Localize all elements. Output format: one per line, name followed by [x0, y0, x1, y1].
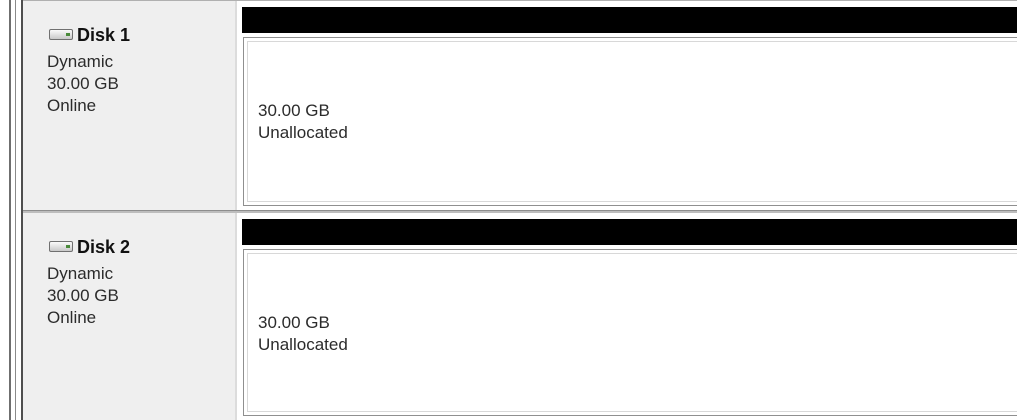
pane-edge [235, 1, 237, 210]
disk-label-pane[interactable]: Disk 1 Dynamic 30.00 GB Online [23, 1, 237, 210]
disk-type: Dynamic [47, 264, 114, 283]
disk-info: Dynamic 30.00 GB Online [47, 263, 119, 329]
region-inner-frame [247, 41, 1017, 202]
disk-name: Disk 2 [77, 237, 131, 257]
volume-size: 30.00 GB [258, 101, 330, 120]
pane-edge [235, 213, 237, 420]
unallocated-bar [242, 219, 1017, 245]
unallocated-region[interactable]: 30.00 GB Unallocated [243, 37, 1017, 206]
unallocated-region[interactable]: 30.00 GB Unallocated [243, 249, 1017, 416]
region-inner-frame [247, 253, 1017, 412]
hard-disk-icon [49, 29, 73, 40]
volume-info: 30.00 GB Unallocated [258, 100, 348, 144]
disk-type: Dynamic [47, 52, 114, 71]
disk-row-1[interactable]: Disk 1 Dynamic 30.00 GB Online 30.00 GB … [23, 1, 1017, 210]
volume-info: 30.00 GB Unallocated [258, 312, 348, 356]
window-border [9, 0, 11, 420]
disk-label-pane[interactable]: Disk 2 Dynamic 30.00 GB Online [23, 213, 237, 420]
volume-pane[interactable]: 30.00 GB Unallocated [242, 219, 1017, 416]
disk-name: Disk 1 [77, 25, 131, 45]
disk-capacity: 30.00 GB [47, 286, 119, 305]
disk-status: Online [47, 96, 97, 115]
disk-capacity: 30.00 GB [47, 74, 119, 93]
disk-row-2[interactable]: Disk 2 Dynamic 30.00 GB Online 30.00 GB … [23, 213, 1017, 420]
volume-pane[interactable]: 30.00 GB Unallocated [242, 7, 1017, 206]
unallocated-bar [242, 7, 1017, 33]
disk-management-graphical-view: Disk 1 Dynamic 30.00 GB Online 30.00 GB … [0, 0, 1017, 420]
disk-header: Disk 2 [49, 237, 130, 258]
disk-status: Online [47, 308, 97, 327]
volume-state: Unallocated [258, 123, 348, 142]
disk-header: Disk 1 [49, 25, 130, 46]
volume-state: Unallocated [258, 335, 348, 354]
volume-size: 30.00 GB [258, 313, 330, 332]
window-border [15, 0, 16, 420]
hard-disk-icon [49, 241, 73, 252]
disk-info: Dynamic 30.00 GB Online [47, 51, 119, 117]
